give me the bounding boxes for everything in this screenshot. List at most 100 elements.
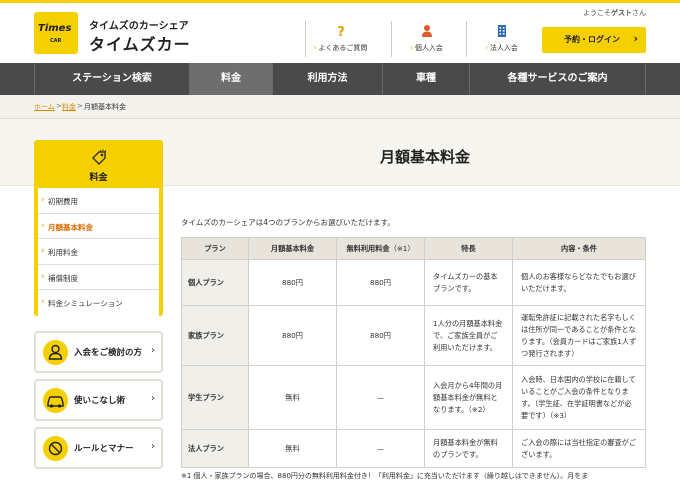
nav-pricing[interactable]: 料金 [189,63,272,95]
plan-table: プラン 月額基本料金 無料利用料金（※1） 特長 内容・条件 個人プラン 880… [181,237,646,468]
free-usage-cell: — [336,429,425,468]
plan-name: 法人プラン [181,429,249,468]
breadcrumb-separator: > [77,102,83,110]
conditions-cell: 個人のお客様ならどなたでもお選びいただけます。 [512,259,646,306]
breadcrumb-pricing[interactable]: 料金 [62,102,76,112]
nav-station-search[interactable]: ステーション検索 [34,63,189,95]
feature-cell: 月額基本料金が無料のプランです。 [424,429,513,468]
chevron-right-icon: › [151,345,155,356]
header-features: 特長 [424,237,513,260]
feature-cell: タイムズカーの基本プランです。 [424,259,513,306]
breadcrumb-home[interactable]: ホーム [34,102,55,112]
personal-join-label: 個人入会 [392,43,461,53]
monthly-fee-cell: 880円 [248,305,337,366]
breadcrumb-separator: > [56,102,62,110]
cta-considering-join[interactable]: 入会をご検討の方 › [34,331,163,373]
sidebar-item-compensation[interactable]: › 補償制度 [38,265,159,290]
welcome-suffix: さん [632,9,646,17]
person-badge-icon [43,340,68,365]
cta-label: ルールとマナー [74,444,134,454]
welcome-name: ゲスト [611,9,632,17]
corporate-join-label: 法人入会 [467,43,536,53]
feature-cell: 1人分の月額基本料金で、ご家族全員がご利用いただけます。 [424,305,513,366]
nav-how-to-use[interactable]: 利用方法 [272,63,382,95]
chevron-right-icon: › [41,220,45,231]
intro-text: タイムズのカーシェアは4つのプランからお選びいただけます。 [181,218,395,227]
chevron-right-icon: › [41,271,45,282]
nav-car-models[interactable]: 車種 [382,63,469,95]
svg-text:?: ? [337,25,345,38]
header-plan: プラン [181,237,249,260]
free-usage-cell: 880円 [336,259,425,306]
monthly-fee-cell: 無料 [248,365,337,430]
table-row: 個人プラン 880円 880円 タイムズカーの基本プランです。 個人のお客様なら… [181,259,646,306]
breadcrumb-current: 月額基本料金 [84,103,126,111]
sidebar-pricing-menu: 料金 › 初期費用 › 月額基本料金 › 利用料金 › 補償制度 › 料金シミュ… [34,140,163,316]
welcome-message: ようこそゲストさん [583,8,646,18]
logo-text: Times [38,23,72,34]
footnote: ※1 個人・家族プランの場合、880円分の無料利用料金付き！「利用料金」に充当い… [181,472,589,480]
chevron-right-icon: › [151,441,155,452]
nav-services[interactable]: 各種サービスのご案内 [469,63,646,95]
header-free-usage: 無料利用料金（※1） [336,237,425,260]
sidebar-item-label: 利用料金 [48,248,78,257]
free-usage-cell: — [336,365,425,430]
table-row: 家族プラン 880円 880円 1人分の月額基本料金で、ご家族全員がご利用いただ… [181,305,646,366]
sidebar-item-usage-fee[interactable]: › 利用料金 [38,239,159,265]
site-header: Times CAR タイムズのカーシェア タイムズカー ようこそゲストさん ? … [0,3,680,63]
monthly-fee-cell: 無料 [248,429,337,468]
cta-label: 入会をご検討の方 [74,348,143,358]
corporate-join-link[interactable]: 法人入会 [466,21,536,57]
faq-link-label: よくあるご質問 [306,43,375,53]
free-usage-cell: 880円 [336,305,425,366]
coin-tag-icon [92,149,107,165]
header-conditions: 内容・条件 [512,237,646,260]
reserve-login-label: 予約・ログイン [564,35,620,44]
car-icon [43,388,68,413]
prohibition-icon [43,436,68,461]
sidebar-list: › 初期費用 › 月額基本料金 › 利用料金 › 補償制度 › 料金シミュレーシ… [38,188,159,316]
person-icon [422,25,432,37]
cta-label: 使いこなし術 [74,396,126,406]
conditions-cell: ご入会の際には当社指定の審査がございます。 [512,429,646,468]
header-free-usage-note: （※1） [389,243,415,253]
conditions-cell: 運転免許証に記載された名字もしくは住所が同一であることが条件となります。（会員カ… [512,305,646,366]
sidebar-item-initial-cost[interactable]: › 初期費用 [38,188,159,214]
chevron-right-icon: › [151,393,155,404]
feature-cell: 入会月から4年間の月額基本料金が無料となります。（※2） [424,365,513,430]
conditions-cell: 入会時、日本国内の学校に在籍していることがご入会の条件となります。（学生証、在学… [512,365,646,430]
sidebar-item-label: 料金シミュレーション [48,299,123,308]
page-title: 月額基本料金 [379,148,470,166]
table-row: 法人プラン 無料 — 月額基本料金が無料のプランです。 ご入会の際には当社指定の… [181,429,646,468]
header-free-usage-label: 無料利用料金 [346,243,390,253]
breadcrumb: ホーム > 料金 > 月額基本料金 [0,95,680,119]
chevron-right-icon: › [41,195,45,205]
header-monthly-fee: 月額基本料金 [248,237,337,260]
sidebar-item-monthly-fee[interactable]: › 月額基本料金 [38,214,159,239]
personal-join-link[interactable]: 個人入会 [391,21,461,57]
sidebar-title: 料金 [89,173,108,183]
cta-rules-manners[interactable]: ルールとマナー › [34,427,163,469]
monthly-fee-cell: 880円 [248,259,337,306]
table-header-row: プラン 月額基本料金 無料利用料金（※1） 特長 内容・条件 [181,237,646,260]
sidebar-item-simulation[interactable]: › 料金シミュレーション [38,290,159,316]
welcome-prefix: ようこそ [583,9,611,17]
question-icon: ? [337,25,345,38]
brand-subtitle: タイムズのカーシェア [89,21,189,32]
plan-name: 学生プラン [181,365,249,430]
sidebar-item-label: 初期費用 [48,197,78,206]
building-icon [498,25,506,37]
table-row: 学生プラン 無料 — 入会月から4年間の月額基本料金が無料となります。（※2） … [181,365,646,430]
sidebar-item-label: 補償制度 [48,273,78,283]
plan-name: 個人プラン [181,259,249,306]
reserve-login-button[interactable]: 予約・ログイン › [542,27,646,53]
brand-title[interactable]: タイムズカー [89,31,191,55]
times-car-logo[interactable]: Times CAR [34,12,78,54]
logo-sub-text: CAR [50,38,62,44]
chevron-right-icon: › [633,32,638,45]
faq-link[interactable]: ? よくあるご質問 [305,21,375,57]
cta-usage-tips[interactable]: 使いこなし術 › [34,379,163,421]
chevron-right-icon: › [41,297,45,307]
plan-name: 家族プラン [181,305,249,366]
chevron-right-icon: › [41,246,45,256]
